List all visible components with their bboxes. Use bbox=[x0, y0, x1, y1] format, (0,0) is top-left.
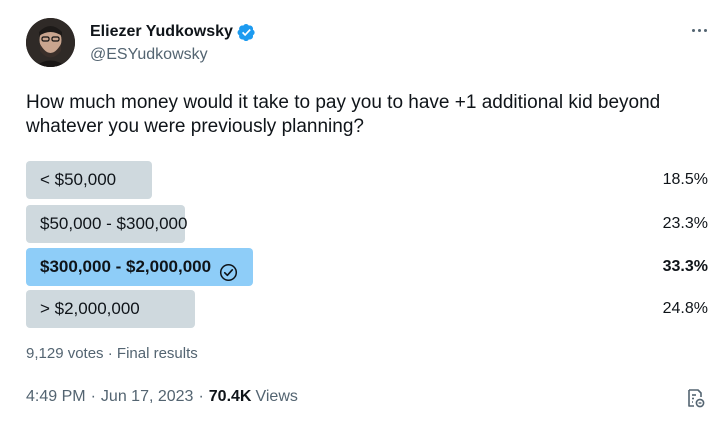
poll-option-label: $50,000 - $300,000 bbox=[40, 205, 187, 243]
poll-option-label: $300,000 - $2,000,000 bbox=[40, 248, 238, 286]
poll-option-winner: $300,000 - $2,000,000 33.3% bbox=[26, 248, 708, 286]
tweet-header: Eliezer Yudkowsky @ESYudkowsky bbox=[26, 18, 716, 70]
dot bbox=[703, 28, 707, 32]
poll-option: > $2,000,000 24.8% bbox=[26, 290, 708, 328]
author-name[interactable]: Eliezer Yudkowsky bbox=[90, 23, 233, 41]
tweet-time[interactable]: 4:49 PM bbox=[26, 388, 86, 406]
avatar[interactable] bbox=[26, 18, 75, 67]
poll-option-label-text: > $2,000,000 bbox=[40, 299, 140, 318]
poll-option: < $50,000 18.5% bbox=[26, 161, 708, 199]
tweet-footer: 4:49 PM · Jun 17, 2023 · 70.4K Views bbox=[26, 388, 298, 406]
views-count: 70.4K bbox=[208, 388, 252, 405]
check-circle-icon bbox=[219, 258, 238, 281]
poll-vote-count: 9,129 votes bbox=[26, 345, 104, 362]
dot bbox=[697, 28, 701, 32]
verified-badge-icon[interactable] bbox=[237, 23, 256, 42]
poll-option-label-text: $300,000 - $2,000,000 bbox=[40, 257, 212, 276]
poll-option-label: > $2,000,000 bbox=[40, 290, 140, 328]
post-engagements-icon[interactable] bbox=[683, 386, 707, 410]
poll-status: Final results bbox=[116, 345, 198, 362]
poll-option-label-text: < $50,000 bbox=[40, 170, 117, 189]
poll-option-percent: 24.8% bbox=[662, 300, 708, 317]
poll-option-percent: 18.5% bbox=[662, 171, 708, 188]
poll-meta: 9,129 votes · Final results bbox=[26, 345, 198, 362]
author-handle[interactable]: @ESYudkowsky bbox=[90, 46, 208, 64]
poll-meta-separator: · bbox=[107, 345, 113, 362]
tweet-date[interactable]: Jun 17, 2023 bbox=[101, 388, 194, 406]
poll-option-label-text: $50,000 - $300,000 bbox=[40, 214, 188, 233]
footer-separator: · bbox=[90, 388, 96, 405]
footer-separator: · bbox=[198, 388, 204, 405]
more-options-icon[interactable] bbox=[686, 20, 712, 40]
author-name-row[interactable]: Eliezer Yudkowsky bbox=[90, 21, 256, 43]
poll-option-label: < $50,000 bbox=[40, 161, 116, 199]
poll-option-percent: 23.3% bbox=[662, 215, 708, 232]
poll-option: $50,000 - $300,000 23.3% bbox=[26, 205, 708, 243]
dot bbox=[691, 28, 695, 32]
poll-option-percent: 33.3% bbox=[662, 258, 708, 275]
views-label: Views bbox=[255, 388, 298, 405]
tweet-text: How much money would it take to pay you … bbox=[26, 92, 661, 137]
